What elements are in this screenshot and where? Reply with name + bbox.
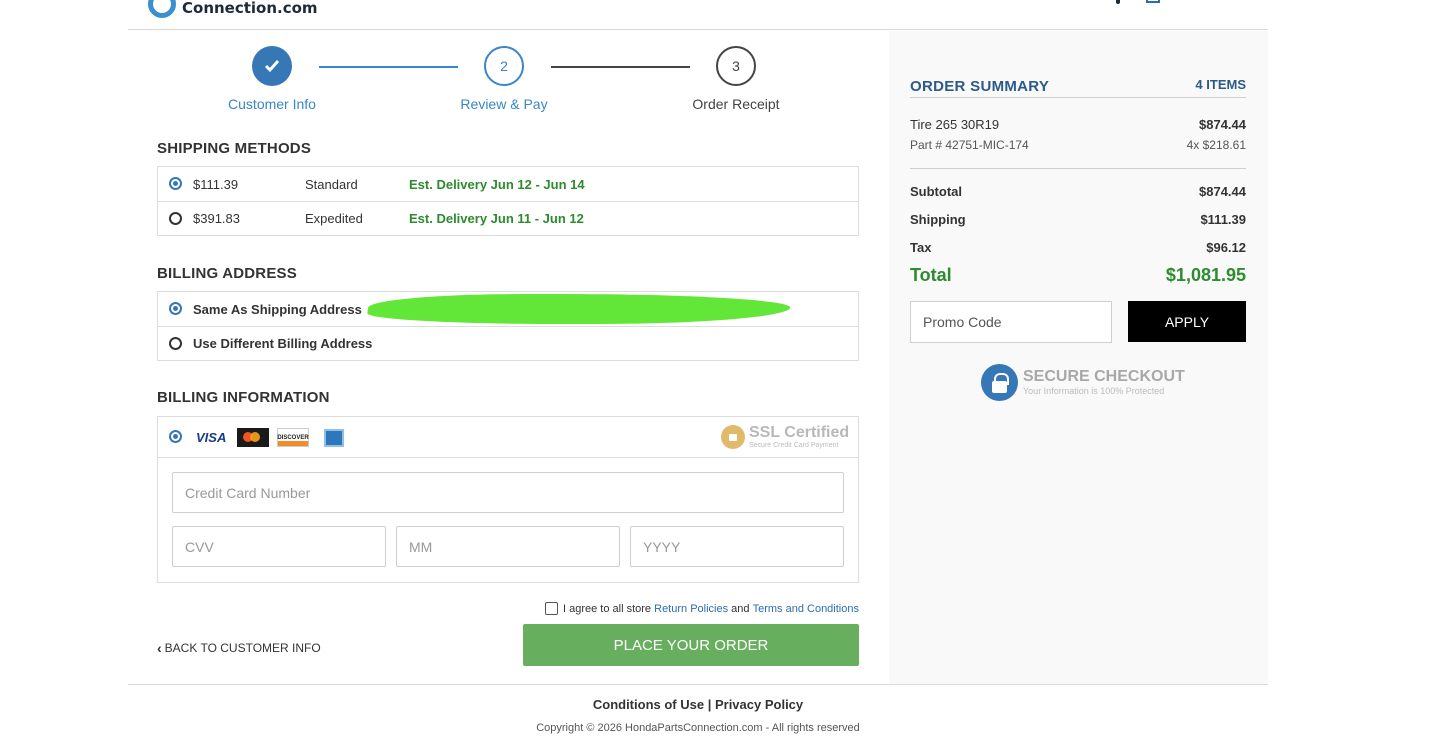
redaction-scribble [365, 294, 793, 324]
gear-logo-icon [148, 0, 176, 18]
tax-row: Tax $96.12 [910, 240, 1246, 255]
secure-checkout-badge: SECURE CHECKOUT Your Information is 100%… [981, 364, 1185, 401]
cvv-input[interactable] [172, 526, 386, 567]
site-logo[interactable]: Connection.com [148, 0, 318, 18]
shipping-value: $111.39 [1200, 212, 1246, 227]
agree-and: and [731, 602, 750, 615]
shipping-price: $391.83 [193, 211, 240, 226]
shipping-price: $111.39 [193, 176, 239, 192]
logo-text: Connection.com [182, 0, 318, 17]
radio-button[interactable] [169, 177, 182, 190]
billing-information-box: VISA DISCOVER SSL Certified Secure Credi… [157, 416, 859, 583]
amex-card-icon [324, 429, 344, 447]
radio-button[interactable] [169, 430, 182, 443]
footer-separator: | [707, 697, 712, 712]
divider [910, 97, 1246, 98]
item-part-number: Part # 42751-MIC-174 [910, 138, 1029, 152]
footer-divider [128, 684, 1268, 685]
promo-code-input[interactable] [910, 301, 1112, 343]
item-name: Tire 265 30R19 [910, 117, 1000, 132]
ssl-certified-badge: SSL Certified Secure Credit Card Payment [721, 425, 849, 449]
copyright-text: Copyright © 2026 HondaPartsConnection.co… [536, 722, 860, 734]
step-label: Order Receipt [692, 96, 780, 112]
summary-item-detail: Part # 42751-MIC-174 4x $218.61 [910, 138, 1246, 152]
shipping-methods-box: $111.39 Standard Est. Delivery Jun 12 - … [157, 166, 859, 236]
expiry-year-input[interactable] [630, 526, 844, 567]
step-order-receipt: 3 Order Receipt [686, 46, 786, 112]
lock-icon [981, 364, 1018, 401]
billing-information-title: BILLING INFORMATION [157, 389, 330, 406]
total-value: $1,081.95 [1165, 265, 1246, 285]
agree-prefix: I agree to all store [563, 602, 652, 615]
delivery-estimate: Est. Delivery Jun 11 - Jun 12 [409, 211, 584, 226]
return-policies-link[interactable]: Return Policies [654, 603, 728, 615]
shipping-option-expedited[interactable]: $391.83 Expedited Est. Delivery Jun 11 -… [158, 201, 858, 235]
visa-card-icon: VISA [196, 430, 227, 445]
order-summary-title: ORDER SUMMARY [910, 78, 1050, 95]
billing-address-box: Same As Shipping Address Use Different B… [157, 291, 859, 361]
shipping-name: Standard [305, 176, 358, 192]
discover-card-icon: DISCOVER [277, 428, 309, 447]
ssl-title: SSL Certified [749, 424, 850, 441]
step-number: 2 [484, 46, 524, 86]
item-qty-price: 4x $218.61 [1186, 138, 1246, 152]
shipping-row: Shipping $111.39 [910, 212, 1246, 227]
tax-value: $96.12 [1206, 240, 1246, 255]
chevron-left-icon: ‹ [157, 640, 162, 656]
location-icon[interactable] [1116, 0, 1120, 4]
terms-agreement: I agree to all store Return Policies and… [545, 602, 859, 615]
place-order-button[interactable]: PLACE YOUR ORDER [523, 624, 859, 666]
radio-button[interactable] [169, 302, 182, 315]
step-label: Customer Info [228, 96, 316, 112]
step-review-pay: 2 Review & Pay [454, 46, 554, 112]
tax-label: Tax [910, 240, 932, 255]
radio-button[interactable] [169, 337, 182, 350]
cart-icon[interactable] [1146, 0, 1160, 3]
shipping-methods-title: SHIPPING METHODS [157, 140, 312, 157]
shipping-option-standard[interactable]: $111.39 Standard Est. Delivery Jun 12 - … [158, 167, 858, 201]
shipping-label: Shipping [910, 212, 966, 227]
summary-item-row: Tire 265 30R19 $874.44 [910, 117, 1246, 132]
ssl-lock-icon [721, 425, 745, 449]
shipping-name: Expedited [305, 211, 363, 226]
item-count: 4 ITEMS [1195, 77, 1246, 92]
checkmark-icon [252, 46, 292, 86]
stepper-line-1 [319, 66, 458, 68]
top-header: Connection.com [128, 0, 1268, 30]
expiry-month-input[interactable] [396, 526, 620, 567]
mastercard-icon [237, 428, 269, 447]
subtotal-label: Subtotal [910, 184, 962, 199]
step-number: 3 [716, 46, 756, 86]
footer-links: Conditions of Use | Privacy Policy [0, 697, 1396, 712]
delivery-estimate: Est. Delivery Jun 12 - Jun 14 [409, 176, 585, 192]
conditions-of-use-link[interactable]: Conditions of Use [593, 697, 704, 712]
billing-option-label: Same As Shipping Address [193, 301, 362, 317]
privacy-policy-link[interactable]: Privacy Policy [715, 697, 803, 712]
radio-button[interactable] [169, 212, 182, 225]
terms-conditions-link[interactable]: Terms and Conditions [753, 603, 859, 615]
ssl-subtitle: Secure Credit Card Payment [749, 442, 839, 449]
total-label: Total [910, 265, 952, 285]
billing-different-address[interactable]: Use Different Billing Address [158, 326, 858, 360]
credit-card-number-input[interactable] [172, 472, 844, 513]
secure-subtitle: Your Information is 100% Protected [1023, 386, 1165, 396]
step-customer-info[interactable]: Customer Info [222, 46, 322, 112]
total-row: Total $1,081.95 [910, 265, 1246, 286]
step-label: Review & Pay [460, 96, 548, 112]
billing-same-as-shipping[interactable]: Same As Shipping Address [158, 292, 858, 326]
apply-promo-button[interactable]: APPLY [1128, 301, 1246, 342]
back-to-customer-info-link[interactable]: ‹ BACK TO CUSTOMER INFO [157, 640, 321, 656]
billing-option-label: Use Different Billing Address [193, 336, 373, 351]
divider [910, 168, 1246, 169]
back-link-label: BACK TO CUSTOMER INFO [164, 641, 321, 655]
item-total: $874.44 [1199, 117, 1246, 132]
subtotal-row: Subtotal $874.44 [910, 184, 1246, 199]
payment-method-row[interactable]: VISA DISCOVER SSL Certified Secure Credi… [158, 417, 858, 458]
subtotal-value: $874.44 [1199, 184, 1246, 199]
secure-title: SECURE CHECKOUT [1023, 368, 1185, 385]
stepper-line-2 [551, 66, 690, 68]
billing-address-title: BILLING ADDRESS [157, 265, 297, 282]
agree-checkbox[interactable] [545, 602, 558, 615]
